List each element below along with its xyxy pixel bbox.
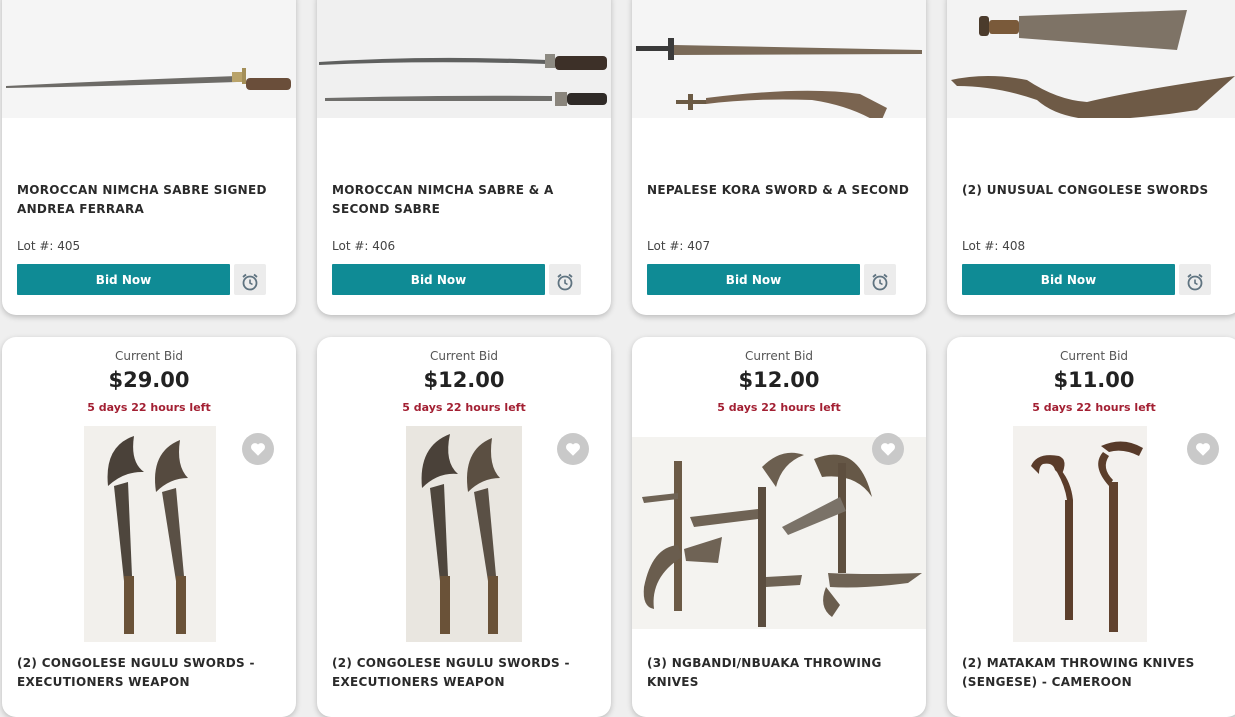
lot-card: Current Bid $11.00 5 days 22 hours left … (947, 337, 1235, 717)
favorite-button[interactable] (1187, 433, 1219, 465)
lot-card: (2) UNUSUAL CONGOLESE SWORDS Lot #: 408 … (947, 0, 1235, 315)
bid-now-button[interactable]: Bid Now (17, 264, 230, 295)
lot-image[interactable] (1013, 426, 1147, 642)
lot-title[interactable]: (3) NGBANDI/NBUAKA THROWING KNIVES (647, 654, 914, 692)
lot-number: Lot #: 407 (647, 239, 711, 253)
lot-card: MOROCCAN NIMCHA SABRE SIGNED ANDREA FERR… (2, 0, 296, 315)
lot-image[interactable] (406, 426, 522, 642)
heart-icon (566, 443, 580, 456)
lot-title[interactable]: (2) MATAKAM THROWING KNIVES (SENGESE) - … (962, 654, 1229, 692)
current-bid-amount: $11.00 (1053, 368, 1135, 392)
heart-icon (881, 443, 895, 456)
lot-title[interactable]: (2) CONGOLESE NGULU SWORDS - EXECUTIONER… (332, 654, 599, 692)
current-bid-amount: $29.00 (108, 368, 190, 392)
lot-image[interactable] (947, 0, 1235, 120)
lot-image[interactable] (2, 0, 296, 118)
lot-card: Current Bid $12.00 5 days 22 hours left … (317, 337, 611, 717)
current-bid-label: Current Bid (114, 349, 184, 363)
lot-title[interactable]: MOROCCAN NIMCHA SABRE & A SECOND SABRE (332, 181, 599, 219)
favorite-button[interactable] (557, 433, 589, 465)
current-bid-label: Current Bid (1059, 349, 1129, 363)
bid-now-button[interactable]: Bid Now (962, 264, 1175, 295)
watch-button[interactable] (549, 264, 581, 295)
time-left: 5 days 22 hours left (1032, 401, 1156, 414)
watch-button[interactable] (864, 264, 896, 295)
alarm-clock-icon (557, 273, 573, 291)
current-bid-amount: $12.00 (423, 368, 505, 392)
lot-number: Lot #: 405 (17, 239, 81, 253)
favorite-button[interactable] (872, 433, 904, 465)
current-bid-label: Current Bid (429, 349, 499, 363)
current-bid-label: Current Bid (744, 349, 814, 363)
lot-title[interactable]: (2) UNUSUAL CONGOLESE SWORDS (962, 181, 1229, 200)
lot-image[interactable] (632, 437, 926, 629)
current-bid-amount: $12.00 (738, 368, 820, 392)
alarm-clock-icon (1187, 273, 1203, 291)
lot-image[interactable] (632, 0, 926, 124)
watch-button[interactable] (234, 264, 266, 295)
favorite-button[interactable] (242, 433, 274, 465)
bid-now-button[interactable]: Bid Now (332, 264, 545, 295)
time-left: 5 days 22 hours left (402, 401, 526, 414)
alarm-clock-icon (872, 273, 888, 291)
lot-image[interactable] (84, 426, 216, 642)
lot-number: Lot #: 406 (332, 239, 396, 253)
time-left: 5 days 22 hours left (87, 401, 211, 414)
lot-title[interactable]: MOROCCAN NIMCHA SABRE SIGNED ANDREA FERR… (17, 181, 284, 219)
lot-card: Current Bid $29.00 5 days 22 hours left … (2, 337, 296, 717)
watch-button[interactable] (1179, 264, 1211, 295)
lot-number: Lot #: 408 (962, 239, 1026, 253)
bid-now-button[interactable]: Bid Now (647, 264, 860, 295)
lot-card: Current Bid $12.00 5 days 22 hours left … (632, 337, 926, 717)
lot-title[interactable]: (2) CONGOLESE NGULU SWORDS - EXECUTIONER… (17, 654, 284, 692)
lot-image[interactable] (317, 0, 611, 118)
heart-icon (251, 443, 265, 456)
lot-card: NEPALESE KORA SWORD & A SECOND Lot #: 40… (632, 0, 926, 315)
heart-icon (1196, 443, 1210, 456)
lot-title[interactable]: NEPALESE KORA SWORD & A SECOND (647, 181, 914, 200)
alarm-clock-icon (242, 273, 258, 291)
time-left: 5 days 22 hours left (717, 401, 841, 414)
lot-card: MOROCCAN NIMCHA SABRE & A SECOND SABRE L… (317, 0, 611, 315)
